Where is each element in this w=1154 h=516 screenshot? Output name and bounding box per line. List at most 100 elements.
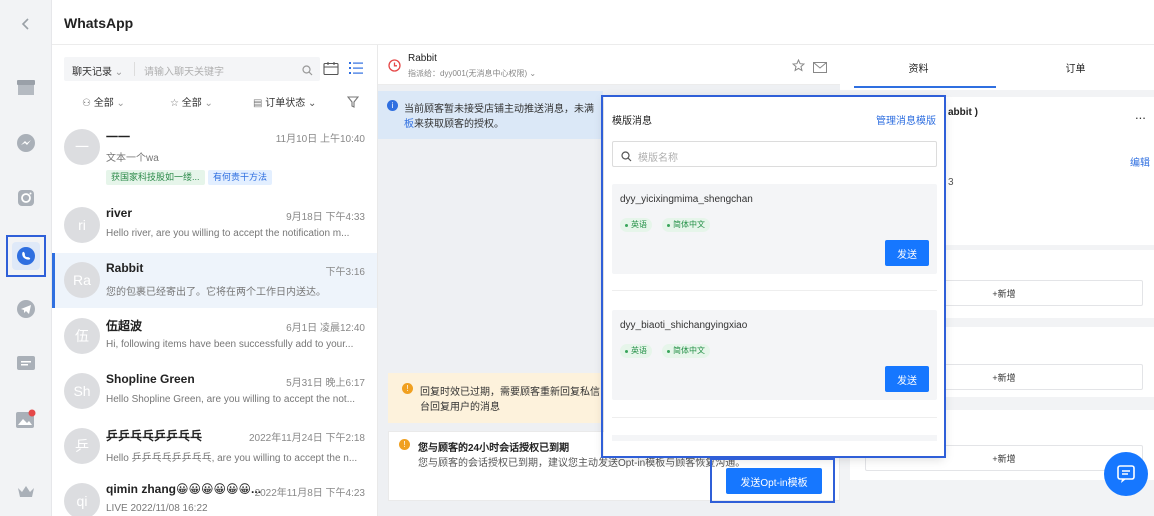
record-select-label: 聊天记录 [72,67,112,78]
chat-time: 5月31日 晚上6:17 [286,378,365,389]
chat-bubble-icon [1117,465,1135,483]
chevron-down-icon: ⌄ [114,67,124,78]
document-icon: ▤ [253,98,263,109]
chat-time: 11月10日 上午10:40 [275,134,365,145]
tab-active-indicator [854,86,996,88]
divider [134,62,135,76]
info-icon: i [387,100,398,111]
chat-preview: Hi, following items have been successful… [106,339,354,350]
chat-name: qimin zhang😀😀😀😀😀😀... [106,482,262,496]
assignee-filter[interactable]: ⚇ 全部 ⌄ [82,94,125,109]
user-icon: ⚇ [82,98,91,109]
notice-text-tail: 来获取顾客的授权。 [414,119,504,130]
avatar: 乒 [64,428,100,464]
app-title: WhatsApp [64,15,134,31]
left-rail [0,0,52,516]
auth-expired-title: 您与顾客的24小时会话授权已到期 [418,443,570,454]
chat-name: 一一 [106,130,131,144]
profile-name: abbit ) [948,107,978,118]
image-icon[interactable] [14,407,38,431]
messenger-icon[interactable] [14,131,38,155]
more-icon[interactable]: ... [1135,107,1146,122]
chat-item[interactable]: qi qimin zhang😀😀😀😀😀😀... 2022年11月8日 下午4:2… [52,474,377,516]
opt-in-highlight [710,458,835,503]
chat-item[interactable]: ri river 9月18日 下午4:33 Hello river, are y… [52,198,377,253]
calendar-icon[interactable] [323,61,339,81]
chat-name: Rabbit [106,261,144,275]
order-status-label: 订单状态 [265,98,306,109]
chat-time: 下午3:16 [325,267,365,278]
search-bar: 聊天记录 ⌄ 请输入聊天关键字 [64,57,320,81]
telegram-icon[interactable] [14,297,38,321]
top-bar: WhatsApp [52,0,1154,45]
expired-text-2: 台回复用户的消息 [420,402,500,413]
notice-text-2: 板来获取顾客的授权。 [404,115,504,130]
notice-text: 当前顾客暂未接受店铺主动推送消息，未满 [404,104,594,115]
chat-item-selected[interactable]: Ra Rabbit 下午3:16 您的包裹已经寄出了。它将在两个工作日内送达。 [52,253,377,308]
info-tabs: 资料 订单 [840,45,1154,90]
back-chevron-icon[interactable] [14,12,38,36]
chat-name: 伍超波 [106,319,143,333]
star-outline-icon: ☆ [170,98,179,109]
chat-time: 2022年11月8日 下午4:23 [254,488,365,499]
whatsapp-highlight [6,235,46,277]
edit-link[interactable]: 编辑 [1130,154,1150,169]
expired-warning: ! 回复时效已过期，需要顾客重新回复私信 台回复用户的消息 [388,373,603,423]
chat-item[interactable]: 乒 乒乒乓乓乒乒乓乓 2022年11月24日 下午2:18 Hello 乒乒乓乓… [52,419,377,474]
clock-icon [388,59,401,77]
avatar: Ra [64,262,100,298]
star-icon[interactable] [791,58,806,77]
instagram-icon[interactable] [14,186,38,210]
order-status-filter[interactable]: ▤ 订单状态 ⌄ [253,94,316,109]
chat-item[interactable]: Sh Shopline Green 5月31日 晚上6:17 Hello Sho… [52,364,377,419]
assign-select[interactable]: 指派给：dyy001(无消息中心权限) ⌄ [408,68,536,79]
avatar: Sh [64,373,100,409]
authorization-notice: i 当前顾客暂未接受店铺主动推送消息，未满 板来获取顾客的授权。 [378,91,603,139]
chat-time: 9月18日 下午4:33 [286,212,365,223]
avatar: ri [64,207,100,243]
store-icon[interactable] [14,76,38,100]
crown-icon[interactable] [14,480,38,504]
notice-link[interactable]: 板 [404,119,414,130]
popup-highlight [601,95,946,458]
star-filter[interactable]: ☆ 全部 ⌄ [170,94,213,109]
chat-contact-name: Rabbit [408,53,437,64]
chat-name: river [106,206,133,220]
list-view-icon[interactable] [348,61,364,80]
selection-marker [52,253,55,308]
chat-name: 乒乒乓乓乒乒乓乓 [106,429,203,443]
avatar: 伍 [64,318,100,354]
tab-profile[interactable]: 资料 [840,45,997,90]
chat-preview: Hello Shopline Green, are you willing to… [106,394,356,405]
mail-icon[interactable] [813,60,827,78]
chat-item[interactable]: 伍 伍超波 6月1日 凌晨12:40 Hi, following items h… [52,309,377,364]
search-icon[interactable] [302,63,313,81]
avatar: qi [64,483,100,516]
chat-name: Shopline Green [106,372,195,386]
message-icon[interactable] [14,352,38,376]
expired-text: 回复时效已过期，需要顾客重新回复私信 [420,387,600,398]
chat-time: 6月1日 凌晨12:40 [286,323,365,334]
chat-preview: LIVE 2022/11/08 16:22 [106,503,208,514]
warning-icon: ! [402,383,413,394]
chat-time: 2022年11月24日 下午2:18 [249,433,365,444]
record-select[interactable]: 聊天记录 ⌄ [72,63,123,78]
search-input[interactable]: 请输入聊天关键字 [144,63,224,78]
funnel-filter-icon[interactable] [346,95,360,113]
tag-badge: 获国家科技股如一缕... [106,170,205,185]
assign-label: 指派给：dyy001(无消息中心权限) [408,69,528,78]
warning-icon: ! [399,439,410,450]
star-filter-label: 全部 [181,98,202,109]
tab-orders[interactable]: 订单 [997,45,1154,90]
assignee-filter-label: 全部 [93,98,114,109]
chat-bubble-button[interactable] [1104,452,1148,496]
chat-item[interactable]: 一 一一 11月10日 上午10:40 文本一个wa 获国家科技股如一缕... … [52,120,377,188]
chat-header: Rabbit 指派给：dyy001(无消息中心权限) ⌄ [378,45,840,85]
tag-badge: 有何贵干方法 [208,170,273,185]
profile-field: 3 [948,177,954,188]
chat-preview: Hello 乒乒乓乓乒乒乓乓, are you willing to accep… [106,453,358,464]
chat-list-panel: 聊天记录 ⌄ 请输入聊天关键字 ⚇ 全部 ⌄ ☆ 全部 ⌄ ▤ 订单状态 ⌄ 一… [52,45,378,516]
chat-preview: 您的包裹已经寄出了。它将在两个工作日内送达。 [106,287,326,298]
avatar: 一 [64,129,100,165]
chat-preview: Hello river, are you willing to accept t… [106,228,350,239]
